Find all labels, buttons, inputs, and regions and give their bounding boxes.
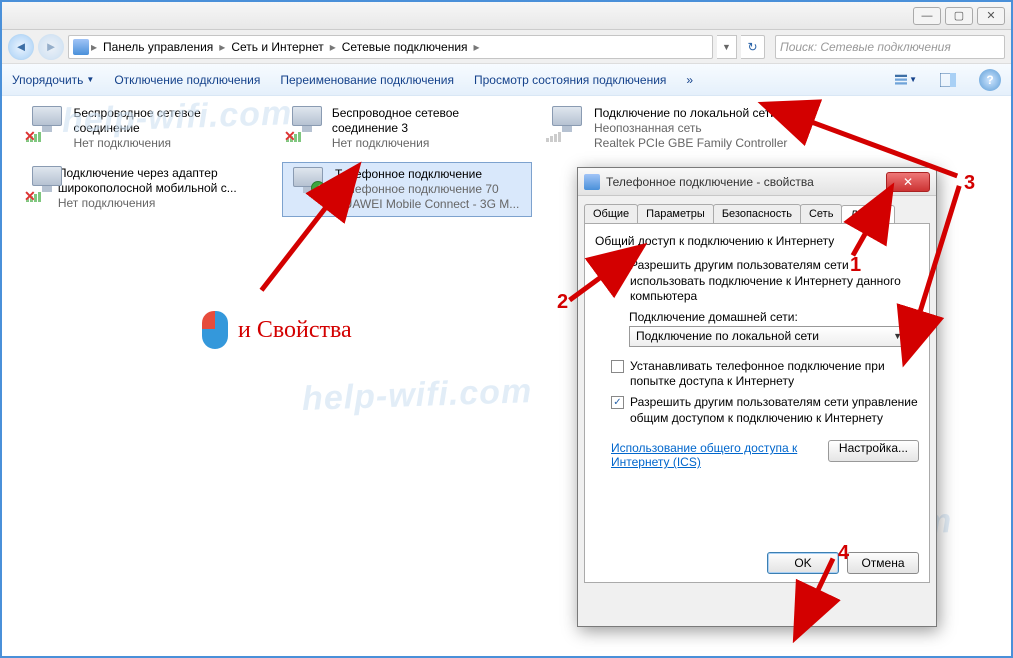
connection-status: Нет подключения — [332, 136, 528, 151]
connection-status: Нет подключения — [58, 196, 268, 211]
rename-connection-button[interactable]: Переименование подключения — [280, 73, 454, 87]
ok-button[interactable]: OK — [767, 552, 839, 574]
maximize-button[interactable]: ▢ — [945, 7, 973, 25]
home-network-combo[interactable]: Подключение по локальной сети ▼ — [629, 326, 909, 347]
dialog-title: Телефонное подключение - свойства — [606, 175, 880, 189]
disconnected-x-icon: ✕ — [24, 128, 36, 145]
breadcrumb[interactable]: ▸ Панель управления ▸ Сеть и Интернет ▸ … — [68, 35, 713, 59]
forward-button[interactable]: ► — [38, 34, 64, 60]
connection-status-button[interactable]: Просмотр состояния подключения — [474, 73, 666, 87]
settings-button[interactable]: Настройка... — [828, 440, 919, 462]
search-input[interactable]: Поиск: Сетевые подключения — [775, 35, 1005, 59]
help-button[interactable]: ? — [979, 69, 1001, 91]
watermark: help-wifi.com — [301, 372, 532, 419]
tab-network[interactable]: Сеть — [800, 204, 842, 223]
connection-title: Телефонное подключение — [335, 167, 519, 182]
close-button[interactable]: ✕ — [977, 7, 1005, 25]
dial-on-demand-checkbox[interactable] — [611, 360, 624, 373]
chevron-right-icon: ▸ — [474, 40, 480, 54]
refresh-button[interactable]: ↻ — [741, 35, 765, 59]
connection-dialup[interactable]: ✓ Телефонное подключение Телефонное подк… — [282, 162, 532, 217]
nav-row: ◄ ► ▸ Панель управления ▸ Сеть и Интерне… — [2, 30, 1011, 64]
network-adapter-icon — [546, 106, 588, 144]
dialog-titlebar[interactable]: Телефонное подключение - свойства ✕ — [578, 168, 936, 196]
home-network-label: Подключение домашней сети: — [629, 310, 919, 324]
watermark: help-wifi.com — [61, 94, 292, 141]
minimize-button[interactable]: — — [913, 7, 941, 25]
view-mode-button[interactable]: ▼ — [895, 69, 917, 91]
properties-dialog: Телефонное подключение - свойства ✕ Общи… — [577, 167, 937, 627]
breadcrumb-dropdown[interactable]: ▼ — [717, 35, 737, 59]
chevron-right-icon: ▸ — [91, 40, 97, 54]
connection-lan[interactable]: Подключение по локальной сети Неопознанн… — [542, 102, 792, 155]
dial-on-demand-label: Устанавливать телефонное подключение при… — [630, 359, 919, 390]
dialog-close-button[interactable]: ✕ — [886, 172, 930, 192]
dialog-tabs: Общие Параметры Безопасность Сеть Доступ — [584, 204, 930, 223]
tab-security[interactable]: Безопасность — [713, 204, 801, 223]
allow-sharing-checkbox[interactable]: ✓ — [611, 259, 624, 272]
connection-status: Неопознанная сеть — [594, 121, 787, 136]
network-adapter-icon: ✕ — [26, 166, 52, 204]
connection-title: Беспроводное сетевое соединение 3 — [332, 106, 528, 136]
mouse-icon — [202, 311, 228, 349]
combo-value: Подключение по локальной сети — [636, 329, 819, 343]
back-button[interactable]: ◄ — [8, 34, 34, 60]
cancel-button[interactable]: Отмена — [847, 552, 919, 574]
allow-sharing-label: Разрешить другим пользователям сети испо… — [630, 258, 919, 305]
connection-device: Realtek PCIe GBE Family Controller — [594, 136, 787, 151]
disable-connection-button[interactable]: Отключение подключения — [114, 73, 260, 87]
preview-pane-button[interactable] — [937, 69, 959, 91]
breadcrumb-seg-control-panel[interactable]: Панель управления — [99, 40, 217, 54]
connection-wireless-3[interactable]: ✕ Беспроводное сетевое соединение 3 Нет … — [282, 102, 532, 155]
dialog-body: Общий доступ к подключению к Интернету ✓… — [584, 223, 930, 583]
connection-title: Подключение через адаптер широкополосной… — [58, 166, 268, 196]
disconnected-x-icon: ✕ — [24, 188, 36, 205]
allow-control-checkbox[interactable]: ✓ — [611, 396, 624, 409]
organize-menu[interactable]: Упорядочить▼ — [12, 73, 94, 87]
breadcrumb-seg-connections[interactable]: Сетевые подключения — [338, 40, 472, 54]
chevron-right-icon: ▸ — [330, 40, 336, 54]
breadcrumb-seg-network[interactable]: Сеть и Интернет — [227, 40, 327, 54]
dialog-icon — [584, 174, 600, 190]
tab-general[interactable]: Общие — [584, 204, 638, 223]
group-label: Общий доступ к подключению к Интернету — [595, 234, 919, 248]
tab-sharing[interactable]: Доступ — [841, 205, 895, 224]
connection-title: Подключение по локальной сети — [594, 106, 787, 121]
network-icon — [73, 39, 89, 55]
connection-status: Телефонное подключение 70 — [335, 182, 519, 197]
toolbar: Упорядочить▼ Отключение подключения Пере… — [2, 64, 1011, 96]
chevron-down-icon: ▼ — [893, 331, 902, 341]
connection-mobile-broadband[interactable]: ✕ Подключение через адаптер широкополосн… — [22, 162, 272, 215]
network-adapter-icon: ✓ — [287, 167, 329, 205]
toolbar-more[interactable]: » — [686, 73, 693, 87]
allow-control-label: Разрешить другим пользователям сети упра… — [630, 395, 919, 426]
window-titlebar: — ▢ ✕ — [2, 2, 1011, 30]
chevron-right-icon: ▸ — [219, 40, 225, 54]
connected-check-icon: ✓ — [311, 181, 325, 195]
annotation-hint: и Свойства — [238, 317, 352, 344]
tab-parameters[interactable]: Параметры — [637, 204, 714, 223]
connection-device: HUAWEI Mobile Connect - 3G M... — [335, 197, 519, 212]
ics-help-link[interactable]: Использование общего доступа к Интернету… — [611, 441, 811, 469]
